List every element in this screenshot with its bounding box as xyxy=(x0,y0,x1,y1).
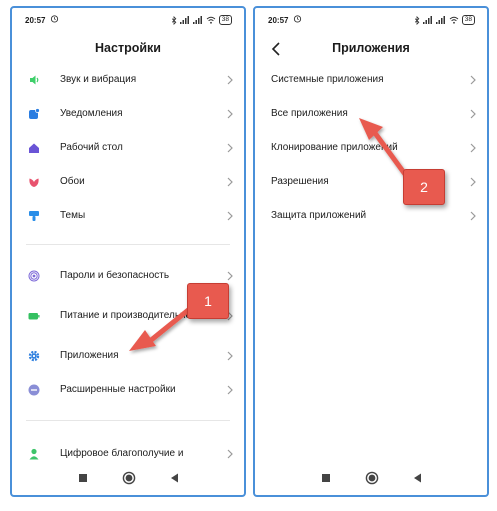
chevron-right-icon xyxy=(227,177,233,187)
status-bar: 20:57 38 xyxy=(12,8,244,28)
menu-item-clone-apps[interactable]: Клонирование приложений xyxy=(255,132,487,164)
chevron-right-icon xyxy=(470,211,476,221)
menu-item-system-apps[interactable]: Системные приложения xyxy=(255,64,487,96)
status-time: 20:57 xyxy=(268,16,289,25)
menu-item-label: Пароли и безопасность xyxy=(60,270,170,281)
battery-indicator: 38 xyxy=(461,15,475,25)
menu-item-label: Уведомления xyxy=(60,108,123,119)
menu-item-label: Темы xyxy=(60,210,86,221)
chevron-right-icon xyxy=(227,385,233,395)
home-icon xyxy=(29,143,39,153)
bluetooth-icon xyxy=(414,15,420,25)
menu-item-wallpaper[interactable]: Обои xyxy=(12,166,244,198)
page-title: Приложения xyxy=(332,41,410,55)
status-bar: 20:57 38 xyxy=(255,8,487,28)
signal-icon xyxy=(179,16,189,24)
divider xyxy=(26,420,230,421)
alarm-icon xyxy=(50,15,59,23)
menu-item-label: Расширенные настройки xyxy=(60,384,176,395)
notification-icon xyxy=(29,108,40,119)
chevron-right-icon xyxy=(470,109,476,119)
home-button[interactable] xyxy=(364,470,380,486)
chevron-right-icon xyxy=(227,143,233,153)
recents-button[interactable] xyxy=(318,470,334,486)
chevron-right-icon xyxy=(227,271,233,281)
menu-item-label: Клонирование приложений xyxy=(271,142,398,153)
navigation-bar xyxy=(12,461,244,495)
menu-item-label: Обои xyxy=(60,176,85,187)
bluetooth-icon xyxy=(171,15,177,25)
menu-item-permissions[interactable]: Разрешения xyxy=(255,166,487,198)
menu-item-desktop[interactable]: Рабочий стол xyxy=(12,132,244,164)
menu-item-label: Рабочий стол xyxy=(60,142,123,153)
fingerprint-icon xyxy=(28,270,40,282)
battery-indicator: 38 xyxy=(218,15,232,25)
menu-item-label: Системные приложения xyxy=(271,74,384,85)
back-nav-button[interactable] xyxy=(167,470,183,486)
apps-screen: 20:57 38 Приложения Системные приложения… xyxy=(253,6,489,497)
chevron-right-icon xyxy=(227,211,233,221)
gear-icon xyxy=(28,350,40,362)
menu-item-label: Приложения xyxy=(60,350,119,361)
menu-item-label: Цифровое благополучие и xyxy=(60,448,184,459)
menu-item-label: Все приложения xyxy=(271,108,348,119)
menu-item-notifications[interactable]: Уведомления xyxy=(12,98,244,130)
more-icon xyxy=(28,384,40,396)
home-button[interactable] xyxy=(121,470,137,486)
signal-icon xyxy=(422,16,432,24)
chevron-right-icon xyxy=(227,449,233,459)
menu-item-label: Защита приложений xyxy=(271,210,367,221)
wifi-icon xyxy=(206,16,216,24)
settings-screen: 20:57 38 Настройки Звук и вибрация Уведо… xyxy=(10,6,246,497)
battery-icon xyxy=(28,313,40,320)
menu-item-sound[interactable]: Звук и вибрация xyxy=(12,64,244,96)
status-time: 20:57 xyxy=(25,16,46,25)
menu-item-apps[interactable]: Приложения xyxy=(12,340,244,372)
speaker-icon xyxy=(30,75,39,85)
recents-button[interactable] xyxy=(75,470,91,486)
menu-item-label: Звук и вибрация xyxy=(60,74,137,85)
chevron-right-icon xyxy=(227,351,233,361)
wifi-icon xyxy=(449,16,459,24)
brush-icon xyxy=(29,211,39,221)
signal-icon xyxy=(435,16,445,24)
signal-icon xyxy=(192,16,202,24)
person-icon xyxy=(29,448,39,460)
navigation-bar xyxy=(255,461,487,495)
chevron-right-icon xyxy=(227,109,233,119)
chevron-right-icon xyxy=(470,143,476,153)
chevron-right-icon xyxy=(470,75,476,85)
divider xyxy=(26,244,230,245)
step-badge-1: 1 xyxy=(187,283,229,319)
menu-item-advanced[interactable]: Расширенные настройки xyxy=(12,374,244,406)
step-badge-2: 2 xyxy=(403,169,445,205)
alarm-icon xyxy=(293,15,302,23)
menu-item-app-lock[interactable]: Защита приложений xyxy=(255,200,487,232)
menu-item-themes[interactable]: Темы xyxy=(12,200,244,232)
chevron-right-icon xyxy=(470,177,476,187)
menu-item-all-apps[interactable]: Все приложения xyxy=(255,98,487,130)
chevron-right-icon xyxy=(227,75,233,85)
page-title: Настройки xyxy=(95,41,161,55)
flower-icon xyxy=(29,178,39,187)
back-nav-button[interactable] xyxy=(410,470,426,486)
